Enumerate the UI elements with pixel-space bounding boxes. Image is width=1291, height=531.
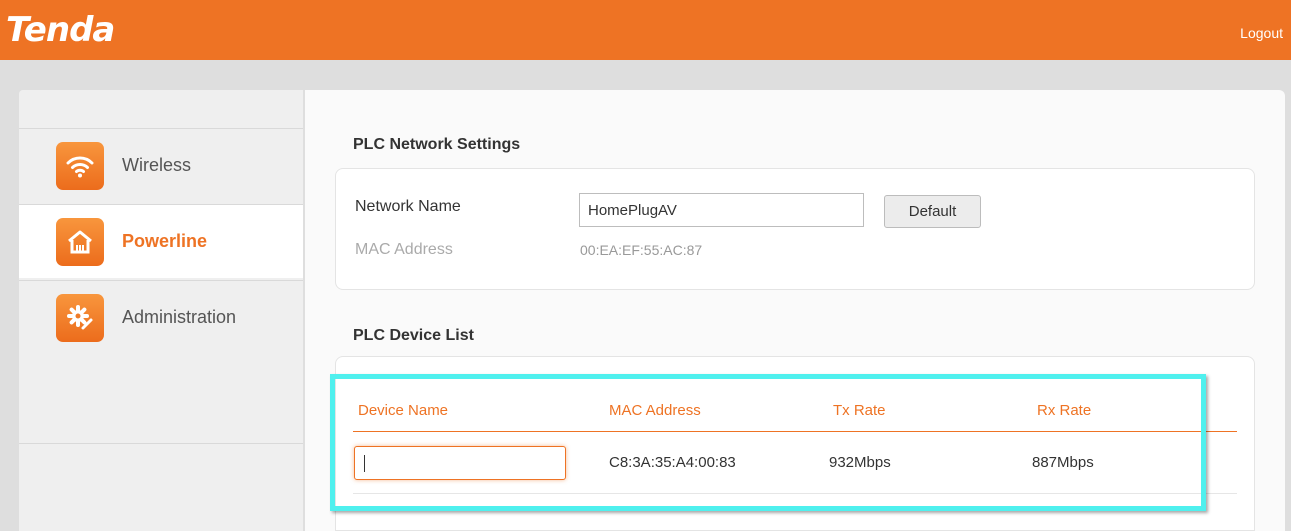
column-header-mac-address: MAC Address xyxy=(609,402,701,419)
gear-icon xyxy=(56,294,104,342)
sidebar-item-administration[interactable]: Administration xyxy=(19,280,303,354)
mac-address-label: MAC Address xyxy=(355,241,453,258)
table-row-divider xyxy=(353,493,1237,494)
plc-network-settings-title: PLC Network Settings xyxy=(353,136,521,153)
sidebar-item-powerline[interactable]: Powerline xyxy=(19,204,303,278)
device-name-input[interactable] xyxy=(354,446,566,480)
device-mac-cell: C8:3A:35:A4:00:83 xyxy=(609,454,736,471)
text-caret xyxy=(364,455,365,472)
device-list-card xyxy=(335,356,1255,531)
top-bar: Tenda Logout xyxy=(0,0,1291,60)
network-name-input[interactable] xyxy=(579,193,864,227)
mac-address-value: 00:EA:EF:55:AC:87 xyxy=(580,242,703,258)
home-icon xyxy=(56,218,104,266)
sidebar-divider xyxy=(19,443,303,444)
column-header-rx-rate: Rx Rate xyxy=(1037,402,1092,419)
sidebar-item-label: Powerline xyxy=(122,231,208,251)
sidebar-item-wireless[interactable]: Wireless xyxy=(19,128,303,202)
sidebar-item-label: Administration xyxy=(122,307,237,327)
device-rx-rate-cell: 887Mbps xyxy=(1032,454,1094,471)
default-button[interactable]: Default xyxy=(884,195,981,228)
column-header-device-name: Device Name xyxy=(358,402,449,419)
plc-device-list-title: PLC Device List xyxy=(353,327,474,344)
tenda-logo: Tenda xyxy=(6,10,115,50)
wifi-icon xyxy=(56,142,104,190)
device-tx-rate-cell: 932Mbps xyxy=(829,454,891,471)
network-name-label: Network Name xyxy=(355,198,461,215)
logout-link[interactable]: Logout xyxy=(1240,25,1283,41)
sidebar: Wireless Powerline Administration xyxy=(19,90,303,531)
sidebar-item-label: Wireless xyxy=(122,155,192,175)
column-header-tx-rate: Tx Rate xyxy=(833,402,886,419)
network-settings-card xyxy=(335,168,1255,290)
table-header-divider xyxy=(353,431,1237,432)
